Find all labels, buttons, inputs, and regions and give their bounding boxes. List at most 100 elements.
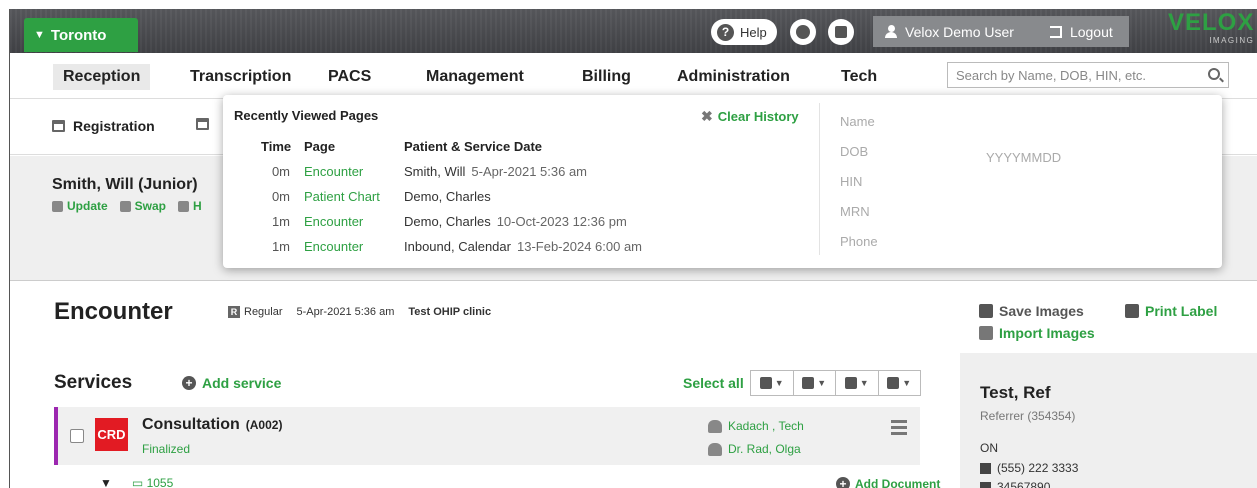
top-bar: ▼ Toronto ? Help Velox Demo User Logout … xyxy=(10,9,1257,53)
recent-time: 1m xyxy=(271,214,290,229)
patient-actions: Update Swap H xyxy=(52,199,202,213)
dob-format-hint: YYYYMMDD xyxy=(986,150,1062,165)
flag-icon xyxy=(802,377,815,389)
recent-patient-name: Inbound, Calendar xyxy=(404,239,511,254)
recent-page-link[interactable]: Encounter xyxy=(304,239,363,254)
referrer-province: ON xyxy=(980,441,998,455)
users-icon xyxy=(119,200,131,212)
save-images-label: Save Images xyxy=(999,303,1084,319)
referrer-phone-number: (555) 222 3333 xyxy=(997,461,1079,475)
save-images-button[interactable]: Save Images xyxy=(979,303,1084,319)
print-label-button[interactable]: Print Label xyxy=(1125,303,1217,319)
recent-page-link[interactable]: Encounter xyxy=(304,214,363,229)
subnav-registration-label: Registration xyxy=(73,118,155,134)
search-input[interactable]: Search by Name, DOB, HIN, etc. xyxy=(947,62,1229,88)
subnav-registration[interactable]: Registration xyxy=(52,118,155,134)
field-phone[interactable]: Phone xyxy=(840,234,878,249)
referrer-name[interactable]: Test, Ref xyxy=(980,383,1051,403)
folder-icon: ▭ xyxy=(131,476,147,488)
app-frame: ▼ Toronto ? Help Velox Demo User Logout … xyxy=(9,9,1257,488)
service-doctor[interactable]: Dr. Rad, Olga xyxy=(708,442,801,456)
encounter-title: Encounter xyxy=(54,298,173,325)
service-status: Finalized xyxy=(142,442,191,456)
clear-history-button[interactable]: ✖ Clear History xyxy=(701,108,799,125)
recent-patient: Smith, Will 5-Apr-2021 5:36 am xyxy=(404,164,587,179)
nav-transcription[interactable]: Transcription xyxy=(190,64,291,90)
recent-patient: Inbound, Calendar 13-Feb-2024 6:00 am xyxy=(404,239,642,254)
folder-label: 1055 xyxy=(146,476,174,488)
user-name: Velox Demo User xyxy=(905,23,1014,40)
select-all-link[interactable]: Select all xyxy=(683,375,744,391)
nav-reception[interactable]: Reception xyxy=(53,64,151,90)
logo-text: VELOX xyxy=(1168,9,1255,36)
field-mrn[interactable]: MRN xyxy=(840,204,870,219)
nav-management[interactable]: Management xyxy=(426,64,524,90)
folder-item[interactable]: ▭ 1055 xyxy=(132,476,173,488)
swap-button[interactable]: Swap xyxy=(119,199,166,213)
col-header-time: Time xyxy=(261,139,292,154)
encounter-meta: R Regular 5-Apr-2021 5:36 am Test OHIP cl… xyxy=(228,306,491,318)
recent-page-link[interactable]: Patient Chart xyxy=(304,189,380,204)
recent-time: 0m xyxy=(271,189,290,204)
user-icon xyxy=(885,25,897,38)
tech-icon xyxy=(708,419,722,433)
search-placeholder: Search by Name, DOB, HIN, etc. xyxy=(956,67,1147,83)
location-label: Toronto xyxy=(50,26,107,44)
logout-button[interactable]: Logout xyxy=(1049,23,1113,40)
user-menu[interactable]: Velox Demo User Logout xyxy=(873,16,1129,47)
location-selector[interactable]: ▼ Toronto xyxy=(24,18,138,52)
add-document-button[interactable]: + Add Document xyxy=(836,477,940,488)
patient-name: Smith, Will (Junior) xyxy=(52,176,198,193)
printer-icon xyxy=(1125,304,1139,318)
encounter-datetime: 5-Apr-2021 5:36 am xyxy=(296,306,395,318)
recent-patient-name: Demo, Charles xyxy=(404,189,491,204)
nav-administration[interactable]: Administration xyxy=(677,64,790,90)
tech-menu[interactable]: ▼ xyxy=(836,371,879,395)
service-menu-icon[interactable] xyxy=(891,420,907,438)
subnav-calendar[interactable] xyxy=(196,118,209,130)
service-checkbox[interactable] xyxy=(70,429,84,443)
encounter-clinic: Test OHIP clinic xyxy=(408,306,492,318)
chat-button[interactable] xyxy=(790,19,816,45)
plus-circle-icon: + xyxy=(836,477,850,488)
import-images-button[interactable]: Import Images xyxy=(979,325,1095,341)
logout-icon xyxy=(1049,25,1062,38)
field-name[interactable]: Name xyxy=(840,114,875,129)
caret-down-icon: ▼ xyxy=(34,29,45,41)
search-icon[interactable] xyxy=(1208,68,1220,80)
recent-patient-name: Demo, Charles xyxy=(404,214,491,229)
flag-menu[interactable]: ▼ xyxy=(794,371,836,395)
help-label: Help xyxy=(740,24,767,40)
update-button[interactable]: Update xyxy=(52,199,108,213)
add-service-button[interactable]: + Add service xyxy=(182,375,281,391)
recent-patient-name: Smith, Will xyxy=(404,164,466,179)
printer-icon xyxy=(835,26,847,38)
recent-service-date: 10-Oct-2023 12:36 pm xyxy=(496,214,627,229)
popup-divider xyxy=(819,103,820,255)
nav-tech[interactable]: Tech xyxy=(841,64,877,90)
clear-history-label: Clear History xyxy=(717,109,799,124)
logout-label: Logout xyxy=(1069,23,1113,40)
service-row[interactable]: CRD Consultation (A002) Finalized Kadach … xyxy=(54,407,920,465)
col-header-patient: Patient & Service Date xyxy=(404,139,543,154)
encounter-type: R Regular xyxy=(228,306,283,318)
recent-page-link[interactable]: Encounter xyxy=(304,164,363,179)
collapse-icon[interactable]: ▼ xyxy=(100,476,112,488)
phone-icon xyxy=(980,462,991,474)
doctor-menu[interactable]: ▼ xyxy=(879,371,921,395)
referrer-panel: Test, Ref Referrer (354354) ON (555) 222… xyxy=(960,353,1257,488)
service-subrow: ▼ ▭ 1055 xyxy=(100,476,173,488)
import-images-label: Import Images xyxy=(999,325,1095,341)
nav-billing[interactable]: Billing xyxy=(582,64,631,90)
field-hin[interactable]: HIN xyxy=(840,174,862,189)
main-nav: Reception Transcription PACS Management … xyxy=(10,53,1257,99)
history-button[interactable]: H xyxy=(178,199,202,213)
document-menu[interactable]: ▼ xyxy=(751,371,794,395)
service-tech[interactable]: Kadach , Tech xyxy=(708,419,804,433)
popup-title: Recently Viewed Pages xyxy=(234,108,379,123)
print-queue-button[interactable] xyxy=(828,19,854,45)
nav-pacs[interactable]: PACS xyxy=(328,64,371,90)
print-label-label: Print Label xyxy=(1145,303,1218,319)
help-button[interactable]: ? Help xyxy=(711,19,777,45)
field-dob[interactable]: DOB xyxy=(840,144,868,159)
